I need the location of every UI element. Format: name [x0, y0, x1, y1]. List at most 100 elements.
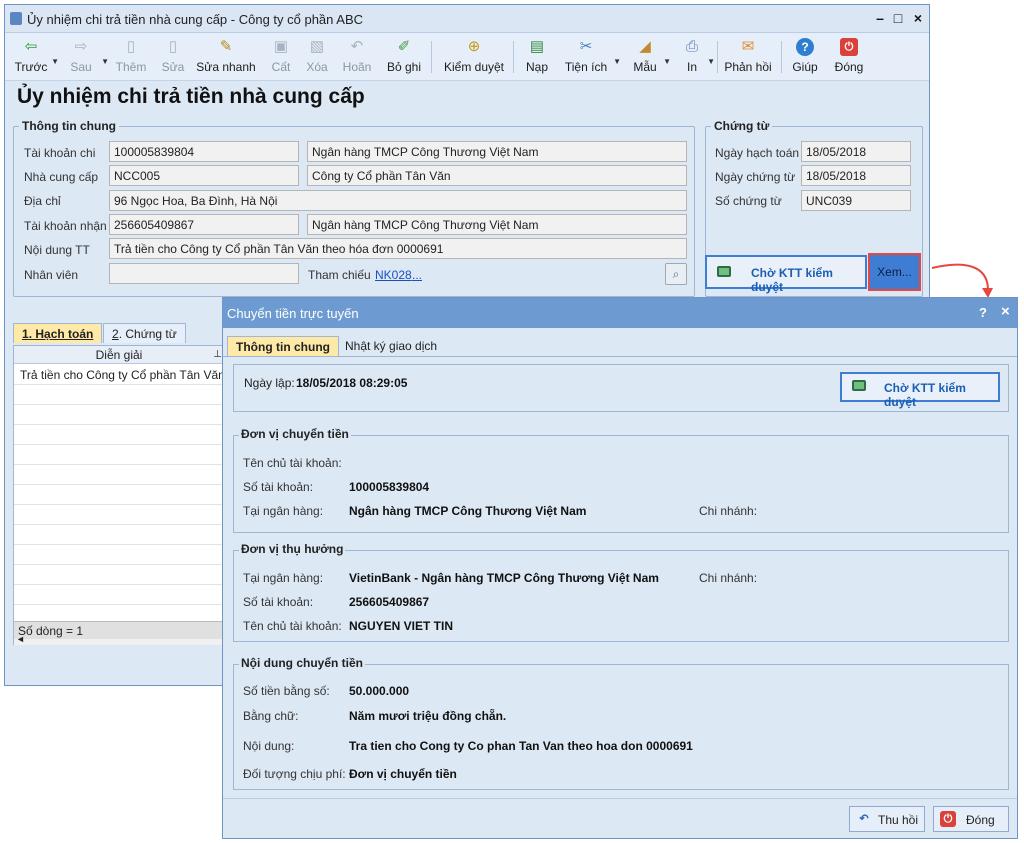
content-label: Nội dung TT: [24, 243, 90, 257]
print-icon: ⎙: [685, 38, 698, 55]
created-value: 18/05/2018 08:29:05: [296, 376, 408, 390]
revoke-button[interactable]: ↶ Thu hồi: [849, 806, 925, 832]
supplier-name-field[interactable]: Công ty Cổ phần Tân Văn: [307, 165, 687, 186]
revoke-label: Thu hồi: [878, 813, 919, 827]
recv-account-label: Tài khoản nhận: [24, 219, 107, 233]
content-field[interactable]: Trả tiền cho Công ty Cổ phần Tân Văn the…: [109, 238, 687, 259]
toolbar-reload-button[interactable]: ▤ Nạp: [519, 35, 555, 79]
toolbar-cancel-button[interactable]: ↶ Hoãn: [337, 35, 377, 79]
table-row-empty: [14, 445, 224, 465]
dialog-pending-approval-button[interactable]: Chờ KTT kiểm duyệt: [840, 372, 1000, 409]
receiver-account-value: 256605409867: [349, 595, 430, 609]
scroll-left-icon[interactable]: ◄: [16, 634, 25, 644]
created-box: Ngày lập: 18/05/2018 08:29:05 Chờ KTT ki…: [233, 364, 1009, 412]
table-row-empty: [14, 465, 224, 485]
pending-approval-button[interactable]: Chờ KTT kiểm duyệt: [705, 255, 867, 294]
horizontal-scrollbar[interactable]: ◄: [14, 634, 224, 645]
table-row-empty: [14, 485, 224, 505]
amount-label: Số tiền bằng số:: [243, 684, 330, 698]
toolbar-add-button[interactable]: ▯ Thêm: [111, 35, 151, 79]
toolbar-edit-button[interactable]: ▯ Sửa: [153, 35, 193, 79]
tab-accounting-num: 1: [22, 327, 29, 341]
undo-icon: ↶: [350, 38, 364, 55]
toolbar-unpost-button[interactable]: ✐ Bỏ ghi: [381, 35, 427, 79]
toolbar-approve-button[interactable]: ⊕ Kiểm duyệt: [439, 35, 509, 79]
toolbar-next-button[interactable]: ⇨ Sau ▼: [61, 35, 109, 79]
sender-account-value: 100005839804: [349, 480, 430, 494]
app-icon: [10, 12, 22, 25]
voucher-no-label: Số chứng từ: [715, 194, 782, 208]
reference-label: Tham chiếu: [308, 268, 371, 282]
table-row[interactable]: Trả tiền cho Công ty Cổ phần Tân Văn t: [14, 365, 231, 385]
toolbar-print-button[interactable]: ⎙ In ▼: [677, 35, 715, 79]
tab-accounting[interactable]: 1. Hạch toán: [13, 323, 103, 343]
dialog-close-button[interactable]: ⏻ Đóng: [933, 806, 1009, 832]
voucher-date-field[interactable]: 18/05/2018: [801, 165, 911, 186]
created-label: Ngày lập:: [244, 376, 295, 390]
receiver-bank-label: Tại ngân hàng:: [243, 571, 324, 585]
reference-more-link[interactable]: ...: [412, 268, 422, 282]
pin-icon[interactable]: ⊥: [213, 346, 222, 364]
toolbar-help-button[interactable]: ? Giúp: [787, 35, 823, 79]
supplier-code-field[interactable]: NCC005: [109, 165, 299, 186]
pending-approval-label: Chờ KTT kiểm duyệt: [751, 266, 833, 294]
tab-general-info[interactable]: Thông tin chung: [227, 336, 339, 356]
template-icon: ◢: [639, 38, 651, 55]
help-icon[interactable]: ?: [979, 305, 987, 320]
sender-bank-value: Ngân hàng TMCP Công Thương Việt Nam: [349, 504, 587, 518]
employee-field[interactable]: [109, 263, 299, 284]
edit-doc-icon: ▯: [168, 38, 178, 55]
quick-edit-icon: ✎: [219, 38, 233, 55]
arrow-left-icon: ⇦: [24, 38, 38, 55]
column-description[interactable]: Diễn giải: [96, 348, 143, 362]
transfer-content-value: Tra tien cho Cong ty Co phan Tan Van the…: [349, 739, 693, 753]
toolbar-quick-edit-button[interactable]: ✎ Sửa nhanh: [193, 35, 259, 79]
view-button[interactable]: Xem...: [868, 253, 921, 291]
feedback-icon: ✉: [741, 38, 755, 55]
address-field[interactable]: 96 Ngọc Hoa, Ba Đình, Hà Nội: [109, 190, 687, 211]
minimize-icon[interactable]: –: [871, 9, 889, 27]
table-row-empty: [14, 505, 224, 525]
close-icon[interactable]: ×: [1001, 303, 1010, 320]
account-bank-field[interactable]: Ngân hàng TMCP Công Thương Việt Nam: [307, 141, 687, 162]
transfer-content-label: Nội dung:: [243, 739, 295, 753]
maximize-icon[interactable]: □: [889, 9, 907, 27]
sender-owner-label: Tên chủ tài khoản:: [243, 456, 342, 470]
amount-value: 50.000.000: [349, 684, 410, 698]
tab-vouchers[interactable]: 2. Chứng từ: [103, 323, 186, 343]
toolbar-template-button[interactable]: ◢ Mẫu ▼: [627, 35, 671, 79]
unpost-icon: ✐: [397, 38, 411, 55]
toolbar-save-button[interactable]: ▣ Cất: [263, 35, 299, 79]
posting-date-field[interactable]: 18/05/2018: [801, 141, 911, 162]
receiver-title: Đơn vị thụ hưởng: [239, 542, 346, 556]
toolbar-utilities-button[interactable]: ✂ Tiện ích ▼: [559, 35, 621, 79]
receiver-bank-value: VietinBank - Ngân hàng TMCP Công Thương …: [349, 571, 659, 585]
recv-account-field[interactable]: 256605409867: [109, 214, 299, 235]
posting-date-label: Ngày hạch toán: [715, 146, 800, 160]
transfer-title: Nội dung chuyển tiền: [239, 656, 365, 670]
amount-words-value: Năm mươi triệu đồng chẵn.: [349, 709, 507, 723]
toolbar-delete-button[interactable]: ▧ Xóa: [299, 35, 335, 79]
voucher-no-field[interactable]: UNC039: [801, 190, 911, 211]
toolbar-feedback-button[interactable]: ✉ Phản hồi: [721, 35, 775, 79]
dialog-pending-approval-label: Chờ KTT kiểm duyệt: [884, 381, 966, 409]
toolbar-separator: [513, 41, 514, 73]
toolbar-close-button[interactable]: ⏻ Đóng: [829, 35, 869, 79]
recv-bank-field[interactable]: Ngân hàng TMCP Công Thương Việt Nam: [307, 214, 687, 235]
grid-footer: Số dòng = 1: [14, 621, 224, 639]
account-label: Tài khoản chi: [24, 146, 96, 160]
account-field[interactable]: 100005839804: [109, 141, 299, 162]
tab-transaction-log[interactable]: Nhật ký giao dịch: [337, 336, 445, 356]
toolbar-back-button[interactable]: ⇦ Trước ▼: [11, 35, 59, 79]
table-row-empty: [14, 585, 224, 605]
search-reference-icon[interactable]: ⌕: [665, 263, 687, 285]
tab-vouchers-num: 2: [112, 327, 119, 341]
title-bar: Ủy nhiệm chi trả tiền nhà cung cấp - Côn…: [5, 5, 929, 33]
close-window-icon[interactable]: ×: [909, 9, 927, 27]
general-info-legend: Thông tin chung: [22, 119, 116, 133]
grid-header: Diễn giải ⊥: [14, 346, 224, 364]
receiver-branch-label: Chi nhánh:: [699, 571, 758, 585]
reference-link[interactable]: NK028: [375, 268, 412, 282]
monitor-icon: [852, 380, 866, 391]
power-icon: ⏻: [840, 38, 858, 56]
